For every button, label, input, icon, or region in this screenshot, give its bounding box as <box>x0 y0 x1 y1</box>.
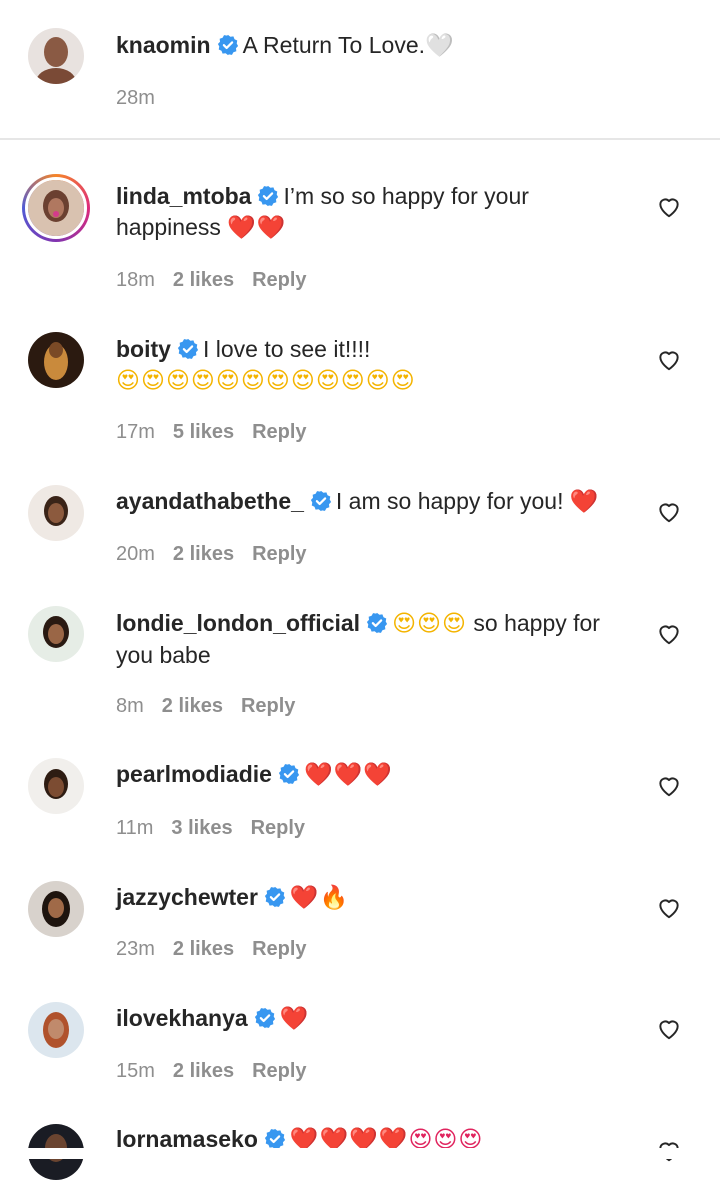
heart-outline-icon[interactable] <box>656 621 682 647</box>
avatar-image <box>28 485 84 541</box>
comment-meta: 17m 5 likes Reply <box>116 420 325 444</box>
timestamp: 15m <box>116 1060 155 1082</box>
avatar-image <box>28 606 84 662</box>
username[interactable]: boity <box>116 336 171 362</box>
username[interactable]: knaomin <box>116 32 211 58</box>
likes-count[interactable]: 3 likes <box>171 817 232 839</box>
avatar[interactable] <box>28 1002 84 1058</box>
caption-row: knaomin A Return To Love.🤍 28m <box>0 0 720 138</box>
timestamp: 8m <box>116 695 144 717</box>
verified-badge-icon <box>264 1128 286 1150</box>
heart-fire-emoji: ❤️🔥 <box>289 885 350 911</box>
comment-text: pearlmodiadie ❤️❤️❤️ <box>116 759 636 791</box>
verified-badge-icon <box>177 338 199 360</box>
avatar-image <box>28 332 84 388</box>
avatar-image <box>28 758 84 814</box>
avatar-image <box>28 881 84 937</box>
heart-outline-icon[interactable] <box>656 1016 682 1042</box>
comment-body: I love to see it!!!! <box>202 336 371 362</box>
verified-badge-icon <box>217 34 239 56</box>
avatar[interactable] <box>28 28 84 84</box>
timestamp: 28m <box>116 87 155 109</box>
heart-outline-icon[interactable] <box>656 347 682 373</box>
timestamp: 11m <box>116 817 154 839</box>
reply-button[interactable]: Reply <box>252 421 306 443</box>
likes-count[interactable]: 2 likes <box>162 695 223 717</box>
red-heart-emoji: ❤️ <box>279 1006 310 1032</box>
username[interactable]: linda_mtoba <box>116 183 251 209</box>
likes-count[interactable]: 5 likes <box>173 421 234 443</box>
reply-button[interactable]: Reply <box>252 269 306 291</box>
timestamp: 20m <box>116 543 155 565</box>
bottom-edge <box>0 1148 720 1159</box>
avatar-image <box>28 180 84 236</box>
caption-text: knaomin A Return To Love.🤍 <box>116 30 636 62</box>
avatar[interactable] <box>28 758 84 814</box>
caption-body: A Return To Love. <box>242 32 425 58</box>
reply-button[interactable]: Reply <box>252 1060 306 1082</box>
comment-meta: 23m 2 likes Reply <box>116 937 325 961</box>
verified-badge-icon <box>366 612 388 634</box>
red-heart-emoji: ❤️❤️ <box>227 215 287 241</box>
likes-count[interactable]: 2 likes <box>173 543 234 565</box>
heart-eyes-emoji: 😍😍😍😍😍😍😍😍😍😍😍😍 <box>116 368 416 394</box>
avatar[interactable] <box>22 174 90 242</box>
reply-button[interactable]: Reply <box>252 938 306 960</box>
verified-badge-icon <box>310 490 332 512</box>
verified-badge-icon <box>264 886 286 908</box>
avatar-image <box>28 28 84 84</box>
reply-button[interactable]: Reply <box>251 817 305 839</box>
heart-outline-icon[interactable] <box>656 194 682 220</box>
verified-badge-icon <box>254 1007 276 1029</box>
heart-eyes-emoji: 😍😍😍 <box>392 611 467 637</box>
heart-outline-icon[interactable] <box>656 895 682 921</box>
heart-outline-icon[interactable] <box>656 499 682 525</box>
red-heart-emoji: ❤️ <box>569 489 600 515</box>
comment-meta: 15m 2 likes Reply <box>116 1059 325 1083</box>
reply-button[interactable]: Reply <box>252 543 306 565</box>
comment-meta: 11m 3 likes Reply <box>116 816 323 840</box>
timestamp: 23m <box>116 938 155 960</box>
comment-meta: 20m 2 likes Reply <box>116 542 325 566</box>
username[interactable]: pearlmodiadie <box>116 761 272 787</box>
comment-text: londie_london_official 😍😍😍 so happy for y… <box>116 608 636 671</box>
username[interactable]: ilovekhanya <box>116 1005 248 1031</box>
heart-outline-icon[interactable] <box>656 773 682 799</box>
username[interactable]: jazzychewter <box>116 884 258 910</box>
likes-count[interactable]: 2 likes <box>173 938 234 960</box>
username[interactable]: londie_london_official <box>116 610 360 636</box>
comment-text: ilovekhanya ❤️ <box>116 1003 636 1035</box>
avatar[interactable] <box>28 606 84 662</box>
timestamp: 18m <box>116 269 155 291</box>
comment-meta: 18m 2 likes Reply <box>116 268 325 292</box>
comment-text: boity I love to see it!!!! 😍😍😍😍😍😍😍😍😍😍😍😍 <box>116 334 636 397</box>
verified-badge-icon <box>257 185 279 207</box>
comment-text: ayandathabethe_ I am so happy for you! ❤️ <box>116 486 636 518</box>
verified-badge-icon <box>278 763 300 785</box>
reply-button[interactable]: Reply <box>241 695 295 717</box>
red-heart-emoji: ❤️❤️❤️ <box>303 762 393 788</box>
avatar[interactable] <box>28 485 84 541</box>
comment-body: I am so happy for you! <box>335 488 564 514</box>
likes-count[interactable]: 2 likes <box>173 269 234 291</box>
username[interactable]: ayandathabethe_ <box>116 488 304 514</box>
avatar-image <box>28 1002 84 1058</box>
white-heart-emoji: 🤍 <box>425 33 455 59</box>
avatar[interactable] <box>28 881 84 937</box>
comment-text: linda_mtoba I’m so so happy for your happ… <box>116 181 636 244</box>
divider <box>0 138 720 140</box>
comment-text: jazzychewter ❤️🔥 <box>116 882 636 914</box>
comment-meta: 8m 2 likes Reply <box>116 694 313 718</box>
timestamp: 17m <box>116 421 155 443</box>
avatar[interactable] <box>28 332 84 388</box>
likes-count[interactable]: 2 likes <box>173 1060 234 1082</box>
caption-meta: 28m <box>116 86 173 110</box>
